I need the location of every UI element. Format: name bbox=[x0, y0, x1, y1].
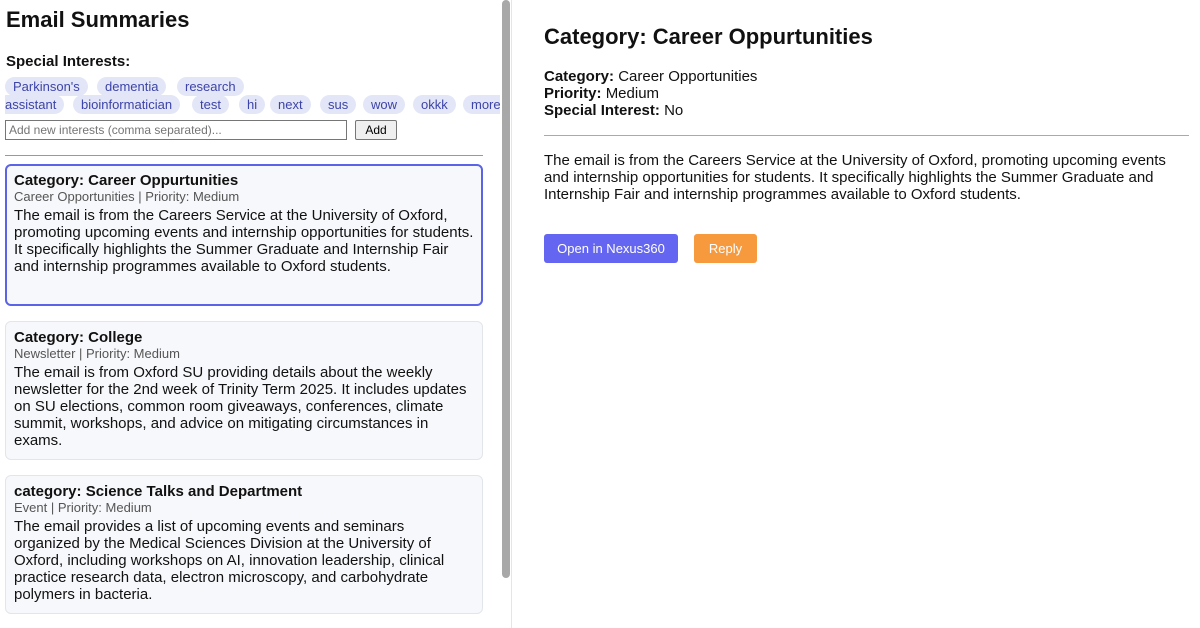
email-card-title: category: Science Talks and Department bbox=[14, 483, 303, 500]
email-card[interactable]: Category: College Newsletter | Priority:… bbox=[5, 321, 483, 460]
detail-special-interest-value: No bbox=[664, 102, 684, 119]
email-card-title: Category: College bbox=[14, 329, 143, 346]
app-title: Email Summaries bbox=[6, 7, 190, 32]
email-card-summary: The email is from Oxford SU providing de… bbox=[14, 364, 467, 449]
interest-chip[interactable]: next bbox=[270, 95, 311, 114]
interest-chip[interactable]: hi bbox=[239, 95, 266, 114]
email-card-meta: Newsletter | Priority: Medium bbox=[14, 346, 180, 361]
interest-input[interactable] bbox=[5, 120, 347, 140]
email-card-summary: The email provides a list of upcoming ev… bbox=[14, 518, 445, 603]
reply-button[interactable]: Reply bbox=[694, 234, 757, 263]
special-interests-label: Special Interests: bbox=[6, 53, 131, 70]
interest-chip[interactable]: wow bbox=[363, 95, 406, 114]
interest-chip[interactable]: okkk bbox=[413, 95, 456, 114]
scrollbar-thumb[interactable] bbox=[502, 0, 510, 578]
detail-category-label: Category: bbox=[544, 68, 615, 85]
interest-chip[interactable]: test bbox=[192, 95, 229, 114]
email-card-meta: Career Opportunities | Priority: Medium bbox=[14, 189, 240, 204]
detail-priority-value: Medium bbox=[605, 85, 660, 102]
detail-heading: Category: Career Oppurtunities bbox=[544, 24, 873, 49]
divider bbox=[5, 155, 483, 156]
interest-chip[interactable]: dementia bbox=[97, 77, 167, 96]
email-card-summary: The email is from the Careers Service at… bbox=[14, 207, 474, 275]
email-card-title: Category: Career Oppurtunities bbox=[14, 172, 239, 189]
open-in-nexus-button[interactable]: Open in Nexus360 bbox=[544, 234, 678, 263]
detail-summary: The email is from the Careers Service at… bbox=[544, 152, 1166, 203]
interest-chips: Parkinson's dementia research assistant … bbox=[5, 77, 500, 115]
interest-chip[interactable]: research bbox=[177, 77, 244, 96]
email-list-panel: Email Summaries Special Interests: Parki… bbox=[0, 0, 500, 628]
email-card[interactable]: category: Science Talks and Department E… bbox=[5, 475, 483, 614]
detail-category-row: Category: Career Opportunities bbox=[544, 68, 757, 85]
interest-chip[interactable]: assistant bbox=[5, 95, 65, 114]
add-interest-button[interactable]: Add bbox=[355, 120, 397, 140]
interest-chip[interactable]: bioinformatician bbox=[73, 95, 181, 114]
detail-category-value: Career Opportunities bbox=[618, 68, 758, 85]
email-card-meta: Event | Priority: Medium bbox=[14, 500, 152, 515]
interest-chip[interactable]: Parkinson's bbox=[5, 77, 88, 96]
email-card[interactable]: Category: Career Oppurtunities Career Op… bbox=[5, 164, 483, 306]
divider bbox=[544, 135, 1189, 136]
detail-priority-label: Priority: bbox=[544, 85, 602, 102]
interest-chip[interactable]: more bbox=[463, 95, 500, 114]
detail-special-interest-row: Special Interest: No bbox=[544, 102, 683, 119]
detail-priority-row: Priority: Medium bbox=[544, 85, 659, 102]
email-detail-panel: Category: Career Oppurtunities Category:… bbox=[544, 0, 1190, 628]
scrollbar[interactable] bbox=[500, 0, 512, 628]
interest-chip[interactable]: sus bbox=[320, 95, 357, 114]
detail-special-interest-label: Special Interest: bbox=[544, 102, 660, 119]
